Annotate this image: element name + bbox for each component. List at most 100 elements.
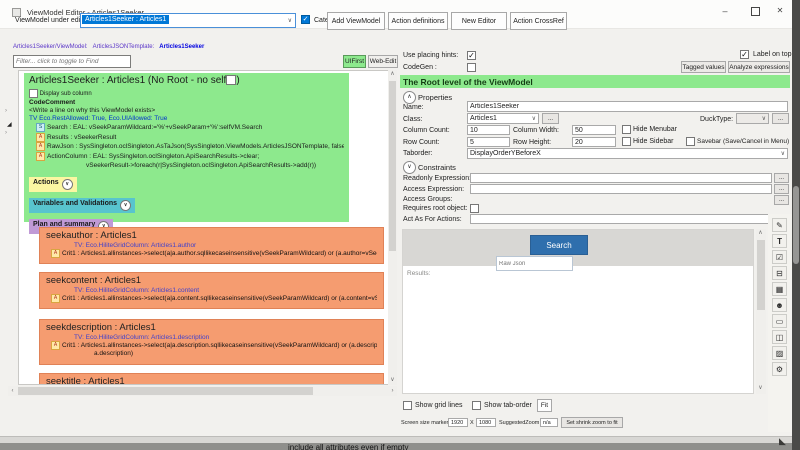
set-shrink-zoom-button[interactable]: Set shrink zoom to fit	[561, 417, 623, 428]
show-tab-order-checkbox[interactable]	[472, 401, 481, 410]
breadcrumb-link-current[interactable]: Articles1Seeker	[159, 44, 204, 50]
tree-item-results[interactable]: AResults : vSeekerResult	[36, 133, 344, 143]
name-input[interactable]	[467, 101, 788, 112]
savebar-checkbox[interactable]	[686, 137, 695, 146]
action-crossref-button[interactable]: Action CrossRef	[510, 12, 567, 30]
checkbox-control-icon[interactable]: ☑	[772, 250, 787, 264]
display-sub-column-checkbox[interactable]	[29, 89, 38, 98]
scrollbar-thumb[interactable]	[389, 81, 396, 251]
criteria-icon: A	[51, 249, 60, 258]
codegen-checkbox[interactable]	[467, 63, 476, 72]
image-person-control-icon[interactable]: ☻	[772, 298, 787, 312]
scroll-up-icon[interactable]: ∧	[388, 70, 397, 79]
root-viewmodel-node[interactable]: Articles1Seeker : Articles1 (No Root - n…	[24, 73, 349, 222]
label-on-top-checkbox[interactable]	[740, 50, 749, 59]
hide-menubar-checkbox[interactable]	[622, 125, 631, 134]
screen-height-input[interactable]	[476, 418, 496, 427]
constraints-expander[interactable]: ∨	[403, 161, 416, 174]
name-label: Name:	[403, 104, 424, 111]
preview-rawjson-input[interactable]	[496, 256, 573, 271]
class-combo[interactable]: Articles1	[467, 113, 539, 124]
readonly-expression-input[interactable]	[470, 173, 772, 183]
actions-section[interactable]: Actions∨	[29, 177, 77, 192]
scroll-right-icon[interactable]: ›	[388, 387, 397, 396]
access-expression-picker[interactable]: ...	[774, 184, 789, 194]
row-count-input[interactable]	[467, 137, 510, 147]
grid-settings-control-icon[interactable]: ⚙	[772, 362, 787, 376]
panel-control-icon[interactable]: ◫	[772, 330, 787, 344]
maximize-button[interactable]	[742, 2, 768, 20]
combobox-control-icon[interactable]: ⊟	[772, 266, 787, 280]
preview-search-button[interactable]: Search	[530, 235, 588, 255]
tagged-values-button[interactable]: Tagged values	[681, 61, 726, 73]
action-definitions-button[interactable]: Action definitions	[388, 12, 448, 30]
scroll-up-icon[interactable]: ∧	[756, 229, 765, 238]
close-button[interactable]: ✕	[768, 2, 792, 20]
datepicker-control-icon[interactable]: ▦	[772, 282, 787, 296]
tree-item-search[interactable]: SSearch : EAL: vSeekParamWildcard:='%'+v…	[36, 123, 344, 133]
requires-root-checkbox[interactable]	[470, 204, 479, 213]
tree-vertical-scrollbar[interactable]: ∧ ∨	[388, 70, 397, 385]
splitter-chevron-icon[interactable]: ›	[5, 108, 7, 114]
webedit-button[interactable]: Web-Edit	[368, 55, 398, 68]
minimize-button[interactable]: –	[712, 2, 738, 20]
scrollbar-thumb[interactable]	[18, 387, 313, 395]
access-expression-input[interactable]	[470, 184, 772, 194]
column-width-input[interactable]	[572, 125, 616, 135]
uifirst-button[interactable]: UIFirst	[343, 55, 366, 68]
breadcrumb-link-viewmodel[interactable]: Articles1Seeker/ViewModel:	[13, 44, 88, 50]
scroll-down-icon[interactable]: ∨	[756, 384, 765, 393]
ducktype-combo[interactable]	[736, 113, 769, 124]
seekcontent-node[interactable]: seekcontent : Articles1 TV: Eco.HiliteGr…	[39, 272, 384, 309]
seek-node-title: seektitle : Articles1	[46, 376, 377, 385]
show-grid-lines-checkbox[interactable]	[403, 401, 412, 410]
properties-expander[interactable]: ∧	[403, 91, 416, 104]
hide-sidebar-checkbox[interactable]	[622, 137, 631, 146]
use-placing-hints-label: Use placing hints:	[403, 52, 458, 59]
class-picker-button[interactable]: ...	[542, 113, 559, 124]
new-editor-button[interactable]: New Editor	[451, 12, 507, 30]
taborder-combo[interactable]: DisplayOrderYBeforeX	[467, 148, 788, 159]
chevron-down-icon[interactable]: ∨	[288, 17, 292, 24]
screen-width-input[interactable]	[448, 418, 468, 427]
viewmodel-combo[interactable]: Articles1Seeker : Articles1 ∨	[80, 13, 296, 28]
suggested-zoom-input[interactable]	[540, 418, 558, 427]
scroll-down-icon[interactable]: ∨	[388, 376, 397, 385]
tree-item-rawjson[interactable]: ARawJson : SysSingleton.oclSingleton.AsT…	[36, 142, 344, 152]
access-groups-picker[interactable]: ...	[774, 195, 789, 205]
ducktype-picker-button[interactable]: ...	[772, 113, 789, 124]
readonly-expression-picker[interactable]: ...	[774, 173, 789, 183]
button-control-icon[interactable]: ▭	[772, 314, 787, 328]
splitter-collapse-icon[interactable]: ◢	[7, 121, 12, 128]
edge-scrollbar-thumb[interactable]	[793, 186, 799, 264]
chevron-down-icon[interactable]: ∨	[120, 200, 131, 211]
display-sub-column-label: Display sub column	[40, 91, 92, 97]
seekauthor-node[interactable]: seekauthor : Articles1 TV: Eco.HiliteGri…	[39, 227, 384, 264]
fit-button[interactable]: Fit	[537, 399, 552, 412]
breadcrumb-link-jsontemplate[interactable]: ArticlesJSONTemplate:	[93, 44, 155, 50]
add-viewmodel-button[interactable]: Add ViewModel	[327, 12, 385, 30]
tree-item-actioncolumn[interactable]: AActionColumn : EAL: SysSingleton.oclSin…	[36, 152, 344, 171]
filter-input[interactable]	[13, 55, 131, 68]
tree-horizontal-scrollbar[interactable]: ‹ ›	[8, 386, 397, 396]
chevron-down-icon[interactable]: ∨	[62, 179, 73, 190]
splitter-chevron-icon[interactable]: ›	[5, 130, 7, 136]
analyze-expressions-button[interactable]: Analyze expressions	[728, 61, 790, 73]
seektitle-node[interactable]: seektitle : Articles1	[39, 373, 384, 385]
tree-item-label: RawJson : SysSingleton.oclSingleton.AsTa…	[47, 143, 344, 150]
column-count-input[interactable]	[467, 125, 510, 135]
seek-node-crit: ACrit1 : Articles1.allinstances->select(…	[51, 294, 377, 303]
variables-validations-section[interactable]: Variables and Validations∨	[29, 198, 135, 213]
row-height-input[interactable]	[572, 137, 616, 147]
use-placing-hints-checkbox[interactable]	[467, 51, 476, 60]
categ-checkbox[interactable]	[301, 15, 310, 24]
no-self-checkbox[interactable]	[226, 75, 236, 85]
act-as-input[interactable]	[470, 214, 772, 224]
scrollbar-thumb[interactable]	[757, 240, 765, 310]
image-control-icon[interactable]: ▨	[772, 346, 787, 360]
text-label-control-icon[interactable]: T	[772, 234, 787, 248]
seekdescription-node[interactable]: seekdescription : Articles1 TV: Eco.Hili…	[39, 319, 384, 365]
scroll-left-icon[interactable]: ‹	[8, 387, 17, 396]
edit-control-icon[interactable]: ✎	[772, 218, 787, 232]
preview-vertical-scrollbar[interactable]: ∧ ∨	[756, 229, 766, 394]
